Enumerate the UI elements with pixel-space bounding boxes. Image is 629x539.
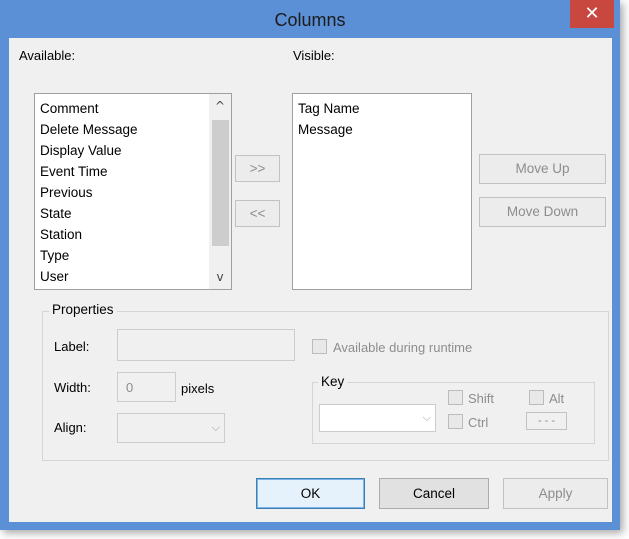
remove-column-button[interactable]: << [235, 200, 280, 227]
list-item[interactable]: Delete Message [35, 119, 231, 140]
list-item[interactable]: User [35, 266, 231, 287]
align-select[interactable]: ⌵ [117, 413, 225, 443]
list-item[interactable]: Station [35, 224, 231, 245]
available-runtime-label: Available during runtime [333, 340, 473, 355]
shortcut-display: - - - [526, 412, 567, 430]
key-select[interactable]: ⌵ [319, 404, 436, 432]
visible-label: Visible: [293, 48, 335, 63]
alt-checkbox[interactable] [529, 390, 544, 405]
width-field-label: Width: [54, 380, 91, 395]
apply-button[interactable]: Apply [503, 478, 608, 509]
available-runtime-checkbox[interactable] [312, 339, 327, 354]
shift-checkbox[interactable] [448, 390, 463, 405]
move-up-button[interactable]: Move Up [479, 154, 606, 184]
list-item[interactable]: Message [293, 119, 471, 140]
move-down-button[interactable]: Move Down [479, 197, 606, 227]
list-item[interactable]: State [35, 203, 231, 224]
cancel-button[interactable]: Cancel [379, 478, 489, 509]
align-field-label: Align: [54, 420, 87, 435]
close-button[interactable]: ✕ [570, 0, 614, 28]
key-title: Key [318, 374, 348, 389]
ctrl-label: Ctrl [468, 415, 489, 430]
chevron-down-icon: ⌵ [211, 421, 220, 434]
add-column-button[interactable]: >> [235, 155, 280, 182]
list-item[interactable]: Type [35, 245, 231, 266]
columns-dialog: Columns ✕ Available: Comment Delete Mess… [0, 0, 620, 530]
available-list[interactable]: Comment Delete Message Display Value Eve… [34, 93, 232, 290]
scroll-down-icon[interactable]: v [209, 267, 231, 287]
scroll-thumb[interactable] [212, 120, 229, 246]
available-scrollbar[interactable]: ^ v [209, 94, 231, 289]
label-input[interactable] [117, 329, 295, 361]
dialog-title: Columns [274, 10, 346, 30]
chevron-down-icon: ⌵ [422, 411, 431, 424]
shift-label: Shift [468, 391, 495, 406]
label-field-label: Label: [54, 339, 90, 354]
title-bar[interactable]: Columns ✕ [0, 0, 620, 38]
ok-button[interactable]: OK [256, 478, 365, 509]
ctrl-checkbox[interactable] [448, 414, 463, 429]
width-input[interactable]: 0 [117, 372, 176, 402]
list-item[interactable]: Display Value [35, 140, 231, 161]
width-unit-label: pixels [181, 381, 215, 396]
available-label: Available: [19, 48, 76, 63]
scroll-up-icon[interactable]: ^ [209, 96, 231, 116]
dialog-body: Available: Comment Delete Message Displa… [9, 38, 612, 522]
list-item[interactable]: Previous [35, 182, 231, 203]
list-item[interactable]: Comment [35, 98, 231, 119]
visible-list[interactable]: Tag Name Message [292, 93, 472, 290]
list-item[interactable]: Tag Name [293, 98, 471, 119]
properties-title: Properties [49, 302, 117, 317]
alt-label: Alt [549, 391, 565, 406]
close-icon: ✕ [584, 3, 600, 24]
list-item[interactable]: Event Time [35, 161, 231, 182]
